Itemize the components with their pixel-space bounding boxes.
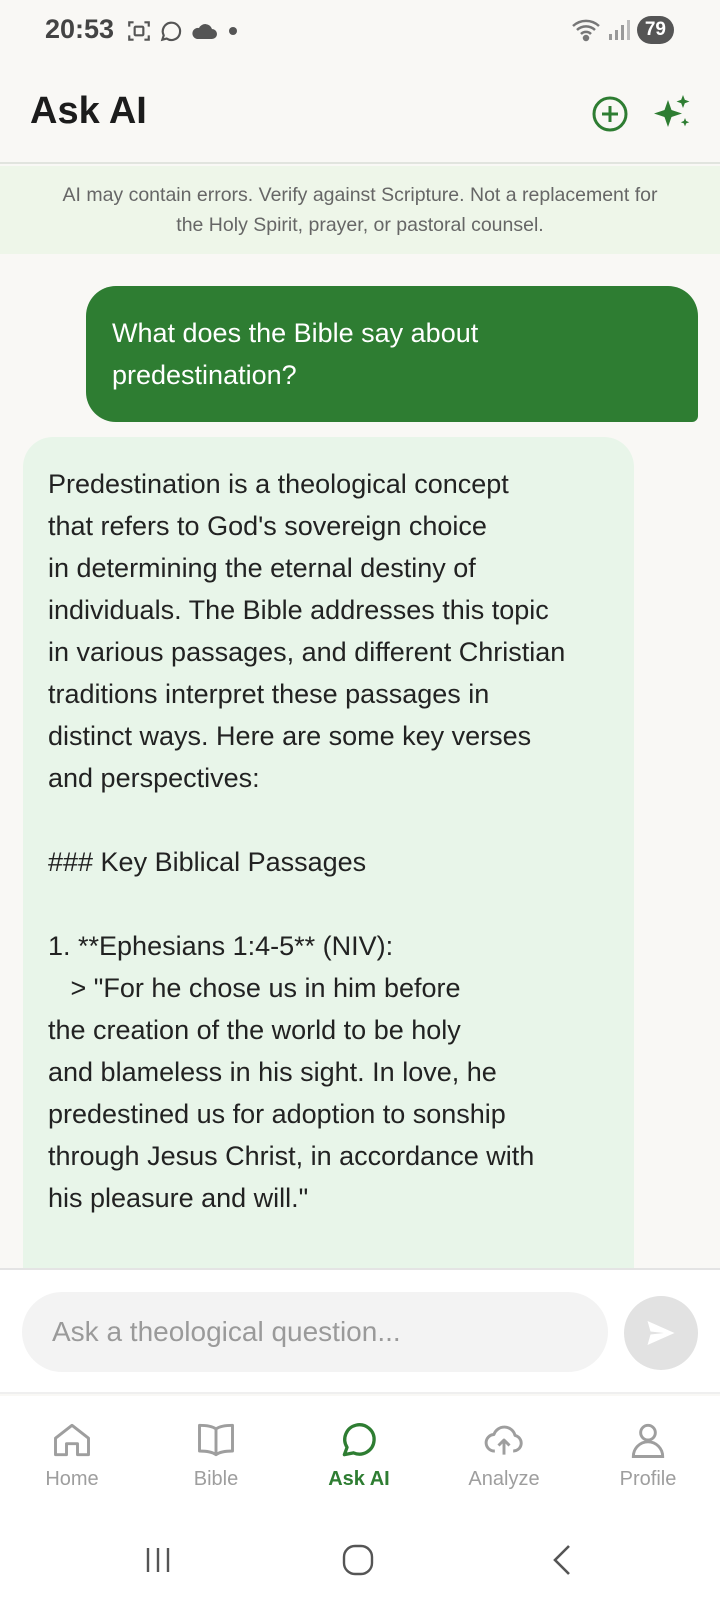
disclaimer-line-2: the Holy Spirit, prayer, or pastoral cou… — [176, 214, 544, 236]
ai-message-heading: ### Key Biblical Passages — [48, 847, 367, 877]
whatsapp-icon — [160, 21, 182, 42]
signal-icon — [608, 20, 630, 40]
cloud-icon — [192, 24, 217, 39]
app-header: Ask AI — [0, 64, 720, 164]
user-message-line: What does the Bible say about — [112, 318, 479, 348]
back-icon — [553, 1545, 570, 1575]
nav-label-ask-ai: Ask AI — [328, 1468, 390, 1490]
ai-message-line: 1. **Ephesians 1:4-5** (NIV): — [48, 931, 394, 961]
ai-message-quote: predestined us for adoption to sonship — [48, 1099, 506, 1129]
user-message-bubble: What does the Bible say about predestina… — [86, 286, 698, 422]
notification-icons — [126, 18, 242, 44]
ai-message-quote: the creation of the world to be holy — [48, 1015, 461, 1045]
ai-message-line: individuals. The Bible addresses this to… — [48, 595, 549, 625]
recent-apps-icon — [146, 1548, 170, 1572]
screenshot-icon — [128, 21, 150, 41]
home-icon — [54, 1423, 90, 1457]
status-time: 20:53 — [45, 14, 115, 44]
back-button[interactable] — [544, 1538, 580, 1582]
send-icon — [647, 1321, 675, 1345]
ai-message-line: distinct ways. Here are some key verses — [48, 721, 532, 751]
nav-item-ask-ai[interactable]: Ask AI — [299, 1418, 419, 1508]
nav-item-home[interactable]: Home — [12, 1418, 132, 1508]
system-nav-bar — [0, 1520, 720, 1600]
ai-message-line: that refers to God's sovereign choice — [48, 511, 487, 541]
battery-indicator: 79 — [636, 16, 674, 44]
sparkle-button[interactable] — [646, 88, 698, 140]
ai-message-quote: and blameless in his sight. In love, he — [48, 1057, 497, 1087]
user-message-line: predestination? — [112, 360, 297, 390]
ai-message-line: in determining the eternal destiny of — [48, 553, 476, 583]
ai-message-line: and perspectives: — [48, 763, 260, 793]
ai-message-line — [48, 883, 609, 925]
sparkles-icon — [654, 95, 690, 127]
ai-message-line: in various passages, and different Chris… — [48, 637, 566, 667]
nav-label-bible: Bible — [193, 1468, 239, 1490]
chat-area[interactable]: What does the Bible say about predestina… — [0, 254, 720, 1268]
disclaimer-line-1: AI may contain errors. Verify against Sc… — [62, 184, 658, 206]
question-input[interactable] — [22, 1292, 608, 1372]
person-icon — [631, 1423, 665, 1458]
ai-message-quote: through Jesus Christ, in accordance with — [48, 1141, 535, 1171]
system-status-icons: 79 — [571, 16, 674, 44]
page-title: Ask AI — [30, 90, 147, 132]
chat-icon — [342, 1423, 376, 1457]
nav-label-analyze: Analyze — [468, 1468, 540, 1490]
ai-message-bubble: Predestination is a theological concept … — [23, 437, 634, 1268]
ai-disclaimer: AI may contain errors. Verify against Sc… — [0, 166, 720, 254]
send-button[interactable] — [624, 1296, 698, 1370]
recent-apps-button[interactable] — [138, 1538, 178, 1582]
ai-message-line — [48, 799, 609, 841]
ai-message-line: traditions interpret these passages in — [48, 679, 490, 709]
cloud-upload-icon — [484, 1425, 523, 1455]
nav-label-home: Home — [45, 1468, 99, 1490]
new-chat-button[interactable] — [584, 88, 636, 140]
ai-message-quote: his pleasure and will." — [48, 1183, 309, 1213]
book-icon — [198, 1423, 234, 1457]
nav-item-analyze[interactable]: Analyze — [444, 1418, 564, 1508]
message-composer — [0, 1268, 720, 1394]
bottom-nav: Home Bible Ask AI Analyze Profile — [0, 1396, 720, 1520]
nav-item-profile[interactable]: Profile — [588, 1418, 708, 1508]
home-system-button[interactable] — [336, 1538, 380, 1582]
wifi-icon — [572, 19, 600, 42]
nav-label-profile: Profile — [619, 1468, 677, 1490]
dot-icon — [229, 27, 237, 35]
home-circle-icon — [342, 1544, 374, 1576]
plus-circle-icon — [592, 96, 628, 132]
status-bar: 20:53 79 — [0, 0, 720, 64]
nav-item-bible[interactable]: Bible — [156, 1418, 276, 1508]
ai-message-line: Predestination is a theological concept — [48, 469, 509, 499]
ai-message-quote: > "For he chose us in him before — [48, 973, 461, 1003]
